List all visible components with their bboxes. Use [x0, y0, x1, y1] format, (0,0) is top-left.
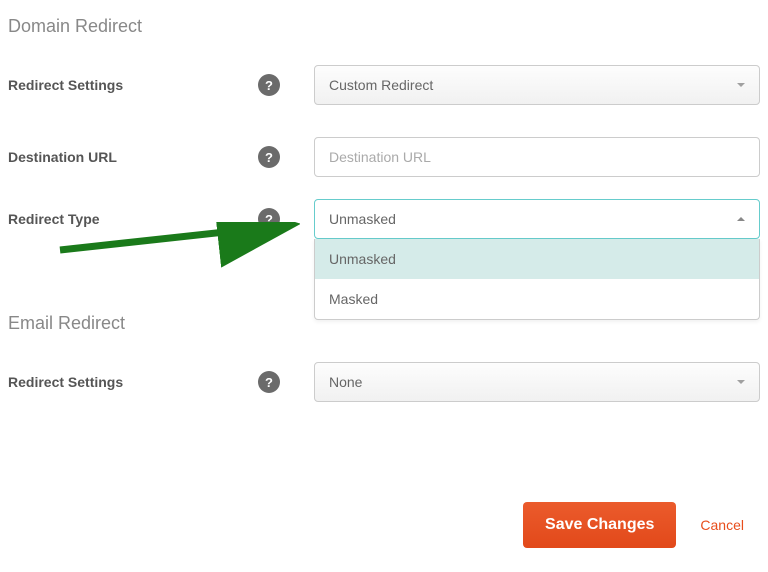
select-value: Unmasked — [329, 211, 396, 227]
save-changes-button[interactable]: Save Changes — [523, 502, 676, 548]
destination-url-label: Destination URL — [8, 149, 258, 165]
domain-redirect-section: Domain Redirect Redirect Settings ? Cust… — [8, 16, 760, 239]
domain-redirect-settings-select[interactable]: Custom Redirect — [314, 65, 760, 105]
destination-url-input[interactable] — [329, 138, 745, 176]
chevron-down-icon — [737, 380, 745, 384]
chevron-up-icon — [737, 217, 745, 221]
cancel-button[interactable]: Cancel — [700, 517, 744, 533]
email-redirect-settings-label: Redirect Settings — [8, 374, 258, 390]
chevron-down-icon — [737, 83, 745, 87]
redirect-type-dropdown: Unmasked Masked — [314, 239, 760, 320]
domain-redirect-settings-label: Redirect Settings — [8, 77, 258, 93]
help-icon[interactable]: ? — [258, 371, 280, 393]
action-button-row: Save Changes Cancel — [523, 502, 744, 548]
help-icon[interactable]: ? — [258, 146, 280, 168]
redirect-type-row: Redirect Type ? Unmasked Unmasked Masked — [8, 199, 760, 239]
domain-section-title: Domain Redirect — [8, 16, 760, 37]
email-redirect-settings-select[interactable]: None — [314, 362, 760, 402]
redirect-type-option-unmasked[interactable]: Unmasked — [315, 239, 759, 279]
select-value: Custom Redirect — [329, 77, 433, 93]
destination-url-row: Destination URL ? — [8, 137, 760, 177]
select-value: None — [329, 374, 362, 390]
redirect-type-option-masked[interactable]: Masked — [315, 279, 759, 319]
destination-url-field-wrap — [314, 137, 760, 177]
redirect-type-select[interactable]: Unmasked — [314, 199, 760, 239]
redirect-type-label: Redirect Type — [8, 211, 258, 227]
help-icon[interactable]: ? — [258, 208, 280, 230]
help-icon[interactable]: ? — [258, 74, 280, 96]
email-redirect-section: Email Redirect Redirect Settings ? None — [8, 313, 760, 402]
email-redirect-settings-row: Redirect Settings ? None — [8, 362, 760, 402]
domain-redirect-settings-row: Redirect Settings ? Custom Redirect — [8, 65, 760, 105]
